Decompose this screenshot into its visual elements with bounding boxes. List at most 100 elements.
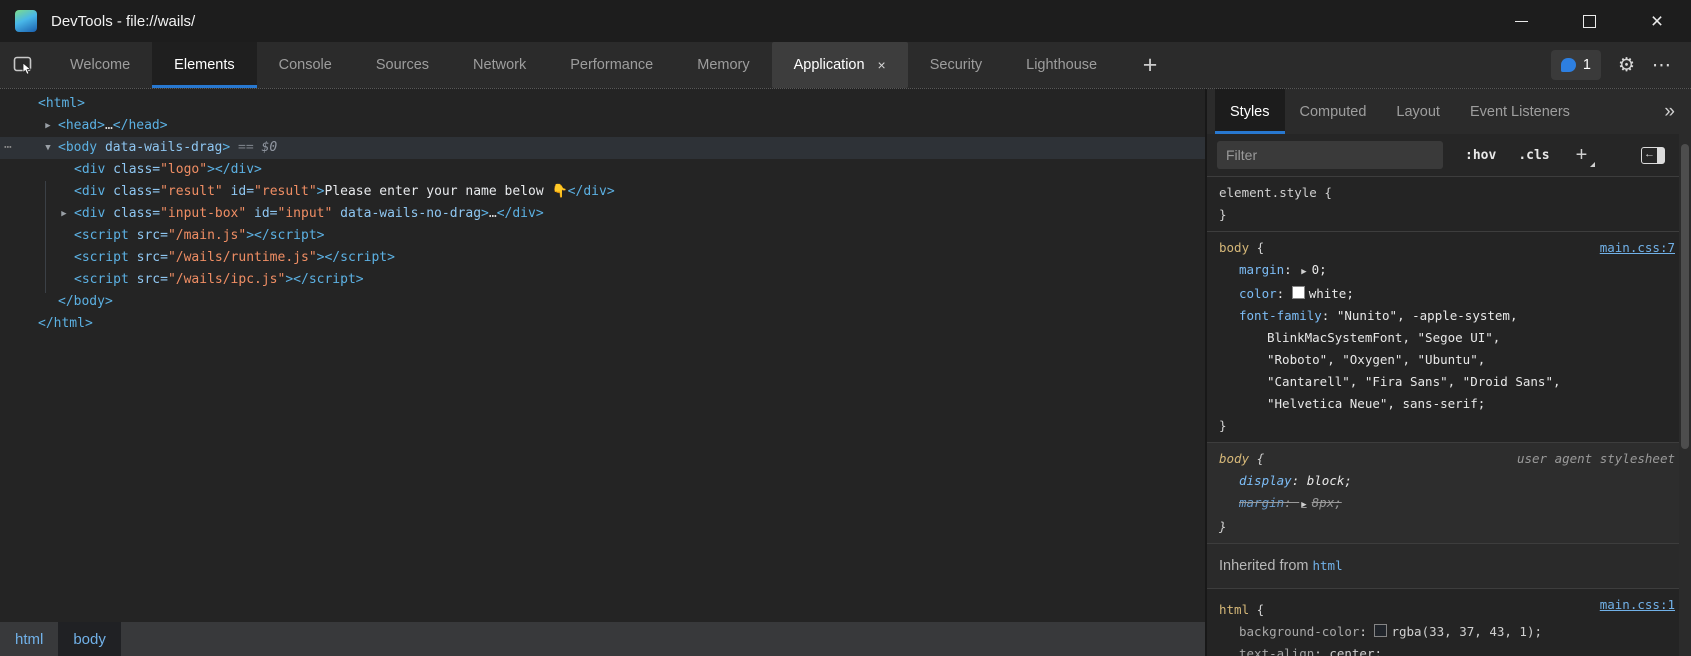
tab-layout[interactable]: Layout xyxy=(1381,89,1455,134)
settings-gear-icon[interactable]: ⚙ xyxy=(1618,56,1635,75)
stylesheet-link[interactable]: main.css:1 xyxy=(1600,594,1675,616)
code-token: class= xyxy=(105,206,160,221)
color-swatch[interactable] xyxy=(1292,286,1305,299)
code-token: "/wails/runtime.js" xyxy=(168,250,317,265)
code-token: div xyxy=(82,206,105,221)
minimize-button[interactable] xyxy=(1487,0,1555,42)
dom-tree-node[interactable]: ▶<head>…</head> xyxy=(0,115,1205,137)
activity-badge[interactable]: 1 xyxy=(1551,50,1601,80)
tab-styles[interactable]: Styles xyxy=(1215,89,1285,134)
breadcrumb-html[interactable]: html xyxy=(0,622,58,656)
code-token: head xyxy=(66,118,97,133)
dom-tree-node[interactable]: </body> xyxy=(0,291,1205,313)
style-rule: body {user agent stylesheetdisplay: bloc… xyxy=(1207,443,1691,544)
open-brace: { xyxy=(1249,240,1264,255)
code-token: < xyxy=(74,228,82,243)
css-property[interactable]: display: block; xyxy=(1219,470,1665,492)
css-property[interactable]: color: white; xyxy=(1219,283,1665,305)
tab-application[interactable]: Application × xyxy=(772,42,908,88)
property-colon: : xyxy=(1314,646,1329,656)
collapse-arrow-icon[interactable]: ▼ xyxy=(40,137,56,159)
dom-tree-node[interactable]: <script src="/wails/runtime.js"></script… xyxy=(0,247,1205,269)
property-value: white xyxy=(1309,286,1347,301)
code-token: </ xyxy=(293,272,309,287)
add-tab-button[interactable]: + xyxy=(1129,42,1171,88)
close-brace: } xyxy=(1219,418,1227,433)
title-bar: DevTools - file://wails/ × xyxy=(0,0,1691,42)
more-menu-icon[interactable]: ⋯ xyxy=(1652,56,1671,75)
close-brace-line: } xyxy=(1219,204,1665,226)
tab-network[interactable]: Network xyxy=(451,42,548,88)
rule-selector-line[interactable]: html { xyxy=(1219,599,1665,621)
dom-tree-node[interactable]: ⋯▼<body data-wails-drag> == $0 xyxy=(0,137,1205,159)
code-token: "input" xyxy=(278,206,333,221)
tab-sources[interactable]: Sources xyxy=(354,42,451,88)
sidebar-toggle-icon[interactable]: ← xyxy=(1641,147,1665,164)
tab-welcome[interactable]: Welcome xyxy=(48,42,152,88)
maximize-button[interactable] xyxy=(1555,0,1623,42)
tab-security[interactable]: Security xyxy=(908,42,1004,88)
expand-arrow-icon[interactable]: ▶ xyxy=(56,203,72,225)
code-token: </ xyxy=(38,316,54,331)
code-token: script xyxy=(82,250,129,265)
toggle-hover-state-button[interactable]: :hov xyxy=(1465,148,1496,163)
tab-lighthouse[interactable]: Lighthouse xyxy=(1004,42,1119,88)
maximize-icon xyxy=(1583,15,1596,28)
inherited-node-link[interactable]: html xyxy=(1313,558,1343,573)
css-property[interactable]: text-align: center; xyxy=(1219,643,1665,656)
styles-scrollbar[interactable] xyxy=(1679,134,1691,656)
code-token: body xyxy=(66,140,97,155)
tab-event-listeners[interactable]: Event Listeners xyxy=(1455,89,1585,134)
dom-tree-node[interactable]: <script src="/wails/ipc.js"></script> xyxy=(0,269,1205,291)
styles-sections: element.style {}body {main.css:7margin: … xyxy=(1207,177,1691,656)
more-panels-icon[interactable]: » xyxy=(1664,101,1675,123)
style-filter-input[interactable] xyxy=(1217,141,1443,169)
stylesheet-link[interactable]: main.css:7 xyxy=(1600,237,1675,259)
toggle-class-button[interactable]: .cls xyxy=(1518,148,1549,163)
dom-tree-node[interactable]: <script src="/main.js"></script> xyxy=(0,225,1205,247)
rule-selector-line[interactable]: element.style { xyxy=(1219,182,1665,204)
dom-tree-node[interactable]: <html> xyxy=(0,93,1205,115)
property-value-wrap: "Cantarell", "Fira Sans", "Droid Sans", xyxy=(1219,371,1665,393)
close-button[interactable]: × xyxy=(1623,0,1691,42)
style-rule: html {main.css:1 background-color: rgba(3… xyxy=(1207,589,1691,656)
color-swatch[interactable] xyxy=(1374,624,1387,637)
code-token: > xyxy=(77,96,85,111)
scrollbar-thumb[interactable] xyxy=(1681,144,1689,449)
open-brace: { xyxy=(1317,185,1332,200)
tab-console[interactable]: Console xyxy=(257,42,354,88)
close-tab-icon[interactable]: × xyxy=(878,57,886,73)
code-token: div xyxy=(231,162,254,177)
code-token: script xyxy=(270,228,317,243)
rule-selector-line[interactable]: body { xyxy=(1219,237,1665,259)
node-menu-icon[interactable]: ⋯ xyxy=(4,137,13,159)
expand-arrow-icon[interactable]: ▶ xyxy=(40,115,56,137)
code-token: data-wails-no-drag xyxy=(332,206,481,221)
tab-memory[interactable]: Memory xyxy=(675,42,771,88)
dom-tree-node[interactable]: <div class="result" id="result">Please e… xyxy=(0,181,1205,203)
dom-tree-node[interactable]: ▶<div class="input-box" id="input" data-… xyxy=(0,203,1205,225)
inspect-element-button[interactable] xyxy=(0,42,48,88)
inspect-cursor-icon xyxy=(13,56,35,75)
tab-label: Sources xyxy=(376,57,429,73)
new-style-rule-button[interactable]: + xyxy=(1576,145,1588,165)
breadcrumb-body[interactable]: body xyxy=(58,622,121,656)
css-property[interactable]: font-family: "Nunito", -apple-system, xyxy=(1219,305,1665,327)
dom-tree-node[interactable]: <div class="logo"></div> xyxy=(0,159,1205,181)
property-name: font-family xyxy=(1239,308,1322,323)
css-property[interactable]: margin: ▶0; xyxy=(1219,259,1665,283)
panel-tab-bar: Welcome Elements Console Sources Network… xyxy=(0,42,1691,88)
tab-label: Security xyxy=(930,57,982,73)
dom-tree-node[interactable]: </html> xyxy=(0,313,1205,335)
tab-computed[interactable]: Computed xyxy=(1285,89,1382,134)
css-property[interactable]: margin: ▶8px; xyxy=(1219,492,1665,516)
tab-elements[interactable]: Elements xyxy=(152,42,256,88)
property-value-wrap: "Helvetica Neue", sans-serif; xyxy=(1219,393,1665,415)
tab-performance[interactable]: Performance xyxy=(548,42,675,88)
code-token: "logo" xyxy=(160,162,207,177)
css-property[interactable]: background-color: rgba(33, 37, 43, 1); xyxy=(1219,621,1665,643)
code-token: html xyxy=(46,96,77,111)
code-token: div xyxy=(82,162,105,177)
styles-panel: Styles Computed Layout Event Listeners »… xyxy=(1207,89,1691,656)
property-value: "Helvetica Neue", sans-serif; xyxy=(1267,396,1485,411)
